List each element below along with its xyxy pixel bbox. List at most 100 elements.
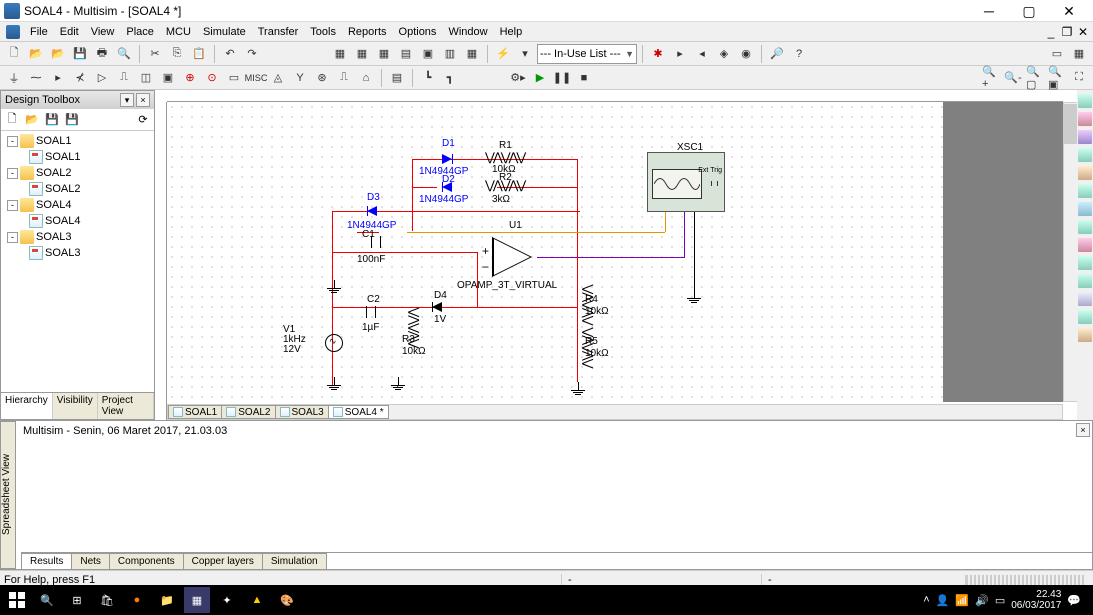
red-btn-1[interactable]: ✱ (648, 44, 668, 64)
canvas-tab-soal1[interactable]: SOAL1 (168, 405, 222, 419)
grid-btn-2[interactable]: ▦ (352, 44, 372, 64)
hier-btn-1[interactable]: ▤ (387, 68, 407, 88)
tray-wifi-icon[interactable]: 📶 (955, 594, 969, 607)
find-button[interactable]: 🔎 (767, 44, 787, 64)
grid-btn-6[interactable]: ▥ (440, 44, 460, 64)
tree-item-soal3[interactable]: -SOAL3 (3, 229, 152, 245)
menu-options[interactable]: Options (393, 24, 443, 40)
grid-btn-7[interactable]: ▦ (462, 44, 482, 64)
redo-button[interactable]: ↷ (242, 44, 262, 64)
right-tool-1[interactable]: ▭ (1047, 44, 1067, 64)
stab-nets[interactable]: Nets (71, 553, 110, 569)
notifications-icon[interactable]: 💬 (1067, 594, 1081, 607)
stab-components[interactable]: Components (109, 553, 184, 569)
instr-icon[interactable] (1078, 238, 1092, 252)
expand-icon[interactable]: - (7, 136, 18, 147)
ground-icon[interactable] (571, 382, 585, 395)
ground-icon[interactable] (327, 377, 341, 390)
run-button[interactable]: ▶ (530, 68, 550, 88)
grid-btn-4[interactable]: ▤ (396, 44, 416, 64)
mdi-restore-button[interactable]: ❐ (1059, 25, 1075, 39)
stab-simulation[interactable]: Simulation (262, 553, 327, 569)
zoom-in-icon[interactable]: 🔍+ (981, 68, 1001, 88)
tree-item-soal2[interactable]: -SOAL2 (3, 165, 152, 181)
in-use-list-combo[interactable]: --- In-Use List --- ▼ (537, 44, 637, 64)
menu-reports[interactable]: Reports (342, 24, 393, 40)
menu-tools[interactable]: Tools (304, 24, 342, 40)
grid-btn-1[interactable]: ▦ (330, 44, 350, 64)
canvas-tab-soal4[interactable]: SOAL4 * (328, 405, 389, 419)
stab-results[interactable]: Results (21, 553, 72, 569)
capacitor-c2[interactable] (362, 306, 380, 321)
ground-icon[interactable] (327, 280, 341, 293)
place-misc3-icon[interactable]: MISC (246, 68, 266, 88)
menu-place[interactable]: Place (120, 24, 160, 40)
place-ic-icon[interactable]: ⎍ (114, 68, 134, 88)
menu-view[interactable]: View (85, 24, 121, 40)
place-misc2-icon[interactable]: ▭ (224, 68, 244, 88)
instr-icon[interactable] (1078, 274, 1092, 288)
toolbox-close-button[interactable]: × (136, 93, 150, 107)
btn-b3[interactable]: ◈ (714, 44, 734, 64)
instr-icon[interactable] (1078, 310, 1092, 324)
multisim-task-icon[interactable]: ▦ (184, 587, 210, 613)
grid-btn-3[interactable]: ▦ (374, 44, 394, 64)
place-mcu-icon[interactable]: ⌂ (356, 68, 376, 88)
btn-b4[interactable]: ◉ (736, 44, 756, 64)
instr-icon[interactable] (1078, 328, 1092, 342)
instr-icon[interactable] (1078, 112, 1092, 126)
close-button[interactable]: ✕ (1049, 0, 1089, 22)
resistor-r5[interactable]: ⋁⋀⋁⋀⋁ (582, 327, 596, 366)
schematic-canvas[interactable]: D1 1N4944GP D2 1N4944GP D3 1N4944GP D4 1… (167, 102, 943, 402)
btn-b1[interactable]: ▸ (670, 44, 690, 64)
sim-settings-icon[interactable]: ⚙▸ (508, 68, 528, 88)
undo-button[interactable]: ↶ (220, 44, 240, 64)
tree-child-soal4[interactable]: SOAL4 (3, 213, 152, 229)
save-button[interactable]: 💾 (70, 44, 90, 64)
tray-up-icon[interactable]: ˄ (923, 594, 929, 606)
place-em-icon[interactable]: Y (290, 68, 310, 88)
mdi-minimize-button[interactable]: _ (1043, 25, 1059, 39)
resistor-r1[interactable]: ⋁⋀⋁⋀⋁ (485, 150, 524, 164)
oscilloscope-xsc1[interactable]: Ext Trig (647, 152, 725, 212)
menu-edit[interactable]: Edit (54, 24, 85, 40)
menu-simulate[interactable]: Simulate (197, 24, 252, 40)
ground-icon[interactable] (391, 377, 405, 390)
place-misc-icon[interactable]: ▣ (158, 68, 178, 88)
toolbox-pin-button[interactable]: ▾ (120, 93, 134, 107)
preview-button[interactable]: 🔍 (114, 44, 134, 64)
place-rf-icon[interactable]: ◬ (268, 68, 288, 88)
tree-child-soal2[interactable]: SOAL2 (3, 181, 152, 197)
firefox-icon[interactable]: ● (124, 587, 150, 613)
place-conn-icon[interactable]: ⎍ (334, 68, 354, 88)
tree-item-soal1[interactable]: -SOAL1 (3, 133, 152, 149)
cut-button[interactable]: ✂ (145, 44, 165, 64)
zoom-out-icon[interactable]: 🔍- (1003, 68, 1023, 88)
horizontal-scrollbar[interactable]: SOAL1 SOAL2 SOAL3 SOAL4 * (167, 404, 1063, 420)
maximize-button[interactable]: ▢ (1009, 0, 1049, 22)
task-view-icon[interactable]: ⊞ (64, 587, 90, 613)
instr-icon[interactable] (1078, 184, 1092, 198)
comp-btn-1[interactable]: ⚡ (493, 44, 513, 64)
store-icon[interactable]: 🛍 (94, 587, 120, 613)
print-button[interactable]: 🖶 (92, 44, 112, 64)
canvas-tab-soal3[interactable]: SOAL3 (275, 405, 329, 419)
stop-button[interactable]: ■ (574, 68, 594, 88)
instr-icon[interactable] (1078, 148, 1092, 162)
tb-new-icon[interactable]: 🗋 (3, 111, 21, 129)
tree-child-soal1[interactable]: SOAL1 (3, 149, 152, 165)
instr-icon[interactable] (1078, 166, 1092, 180)
expand-icon[interactable]: - (7, 168, 18, 179)
place-ground-icon[interactable]: ⏚ (4, 68, 24, 88)
place-power-icon[interactable]: ⊙ (202, 68, 222, 88)
diode-d1[interactable] (442, 154, 452, 164)
zoom-fit-icon[interactable]: 🔍▢ (1025, 68, 1045, 88)
paint-icon[interactable]: 🎨 (274, 587, 300, 613)
open2-button[interactable]: 📂 (48, 44, 68, 64)
stab-copper[interactable]: Copper layers (183, 553, 263, 569)
app-icon[interactable]: ✦ (214, 587, 240, 613)
tb-save-icon[interactable]: 💾 (43, 111, 61, 129)
tray-people-icon[interactable]: 👤 (936, 594, 950, 607)
expand-icon[interactable]: - (7, 200, 18, 211)
place-cmos-icon[interactable]: ◫ (136, 68, 156, 88)
